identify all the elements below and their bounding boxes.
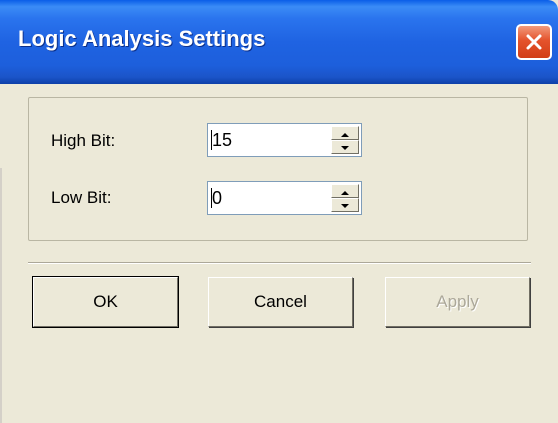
window-left-border — [0, 168, 2, 423]
text-caret — [211, 188, 212, 208]
apply-button[interactable]: Apply — [385, 277, 530, 327]
text-caret — [211, 130, 212, 150]
window-title: Logic Analysis Settings — [18, 26, 266, 51]
low-bit-spin-down-button[interactable] — [331, 198, 359, 212]
cancel-button[interactable]: Cancel — [208, 277, 353, 327]
bit-range-group: High Bit: 15 Low Bit: 0 — [28, 97, 528, 241]
low-bit-spinbox[interactable]: 0 — [207, 181, 362, 215]
spin-down-arrow-icon — [341, 138, 349, 156]
high-bit-value[interactable]: 15 — [212, 124, 232, 156]
low-bit-value[interactable]: 0 — [212, 182, 222, 214]
high-bit-spin-down-button[interactable] — [331, 140, 359, 154]
dialog-body: High Bit: 15 Low Bit: 0 OK Cancel Apply — [0, 84, 558, 423]
title-bar[interactable]: Logic Analysis Settings — [0, 0, 558, 84]
ok-button[interactable]: OK — [32, 276, 179, 328]
spin-down-arrow-icon — [341, 196, 349, 214]
low-bit-label: Low Bit: — [51, 188, 112, 207]
close-icon — [525, 33, 543, 51]
close-button[interactable] — [516, 24, 552, 60]
separator — [28, 262, 531, 264]
high-bit-label: High Bit: — [51, 131, 116, 150]
high-bit-spinbox[interactable]: 15 — [207, 123, 362, 157]
